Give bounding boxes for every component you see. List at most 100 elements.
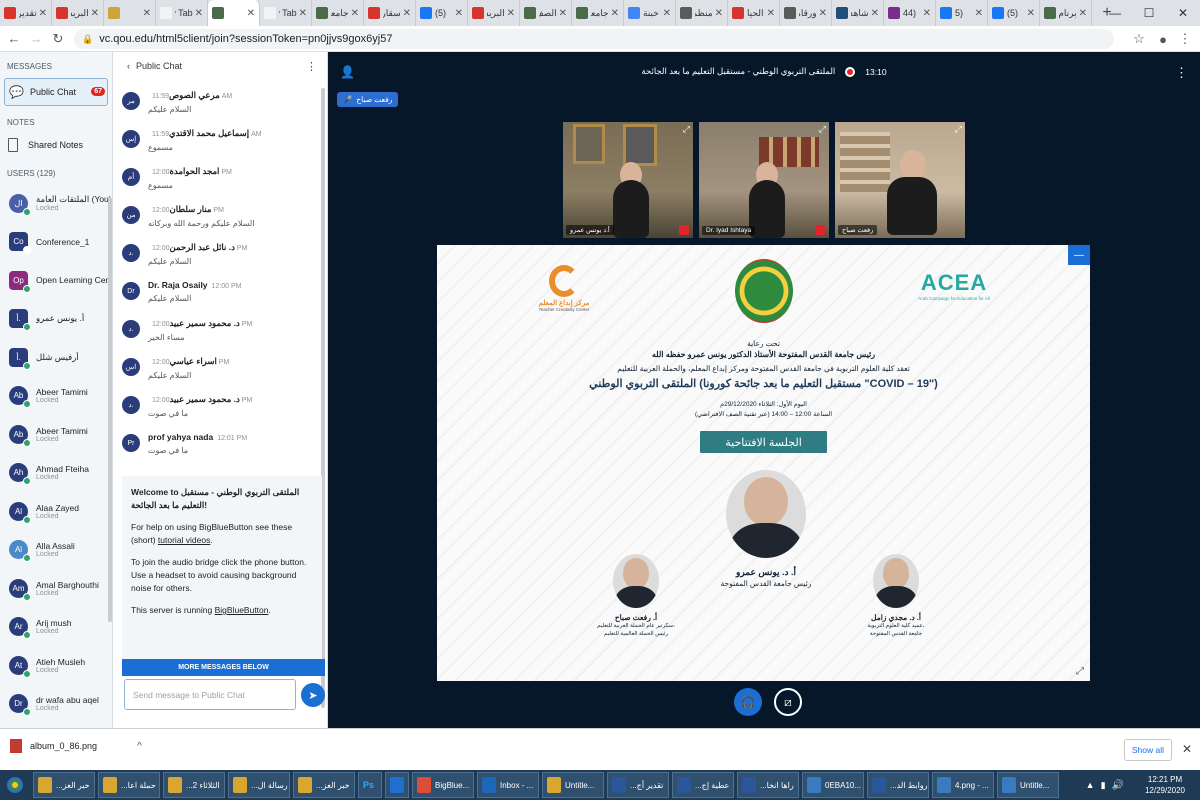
- browser-tab[interactable]: (44 ✕: [884, 0, 936, 26]
- window-maximize[interactable]: ☐: [1132, 0, 1166, 26]
- browser-tab[interactable]: سقار ✕: [364, 0, 416, 26]
- reload-button[interactable]: ↻: [47, 28, 69, 50]
- tab-close-icon[interactable]: ✕: [767, 8, 775, 19]
- tutorial-videos-link[interactable]: tutorial videos: [158, 535, 210, 545]
- browser-tab[interactable]: ✕: [208, 0, 260, 26]
- tab-close-icon[interactable]: ✕: [91, 8, 99, 19]
- taskbar-item[interactable]: [385, 772, 409, 798]
- user-list-item[interactable]: Ab Abeer Tamimi Locked: [0, 415, 112, 454]
- window-minimize[interactable]: —: [1098, 0, 1132, 26]
- tab-close-icon[interactable]: ✕: [143, 8, 151, 19]
- browser-tab[interactable]: (5 ✕: [936, 0, 988, 26]
- recording-indicator-icon[interactable]: [845, 66, 856, 77]
- user-list-item[interactable]: أ. أرفيس شلل: [0, 338, 112, 377]
- tab-close-icon[interactable]: ✕: [611, 8, 619, 19]
- back-button[interactable]: ←: [3, 28, 25, 50]
- browser-tab[interactable]: جامعة✕: [312, 0, 364, 26]
- share-screen-button[interactable]: ⧄: [774, 688, 802, 716]
- download-item[interactable]: album_0_86.png ^: [10, 739, 142, 753]
- webcam-tile[interactable]: رفعت صباح ⤢: [835, 122, 965, 238]
- taskbar-item[interactable]: ...راها انخا: [737, 772, 799, 798]
- user-list-item[interactable]: Ah Ahmad Fteiha Locked: [0, 454, 112, 493]
- bigbluebutton-link[interactable]: BigBlueButton: [215, 605, 269, 615]
- taskbar-item[interactable]: ...رسالة ال: [228, 772, 290, 798]
- taskbar-item[interactable]: ...روابط الد: [867, 772, 929, 798]
- options-menu-icon[interactable]: ⋮: [1175, 65, 1188, 81]
- tab-close-icon[interactable]: ✕: [403, 8, 411, 19]
- fullscreen-presentation-icon[interactable]: ⤢: [1076, 666, 1084, 677]
- browser-tab[interactable]: New Tab✕: [156, 0, 208, 26]
- browser-tab[interactable]: (5) ✕: [416, 0, 468, 26]
- tab-close-icon[interactable]: ✕: [455, 8, 463, 19]
- forward-button[interactable]: →: [25, 28, 47, 50]
- taskbar-item[interactable]: ...حملة اعا: [98, 772, 160, 798]
- browser-tab[interactable]: New Tab✕: [260, 0, 312, 26]
- fullscreen-icon[interactable]: ⤢: [819, 124, 826, 135]
- tab-close-icon[interactable]: ✕: [247, 8, 255, 19]
- browser-tab[interactable]: تقدير ✕: [0, 0, 52, 26]
- volume-icon[interactable]: 🔊: [1112, 780, 1124, 791]
- user-list-item[interactable]: At Atieh Musleh Locked: [0, 646, 112, 685]
- public-chat-item[interactable]: 💬 Public Chat 67: [4, 78, 108, 106]
- chevron-up-icon[interactable]: ^: [137, 741, 142, 752]
- taskbar-item[interactable]: Untitle...: [997, 772, 1059, 798]
- tab-close-icon[interactable]: ✕: [1027, 8, 1035, 19]
- talking-indicator[interactable]: 🎤 رفعت صباح: [337, 92, 399, 107]
- browser-tab[interactable]: جامعة✕: [572, 0, 624, 26]
- chat-message-input[interactable]: Send message to Public Chat: [124, 679, 296, 710]
- tab-close-icon[interactable]: ✕: [1079, 8, 1087, 19]
- tab-close-icon[interactable]: ✕: [923, 8, 931, 19]
- user-list-toggle-icon[interactable]: 👤: [340, 65, 355, 79]
- taskbar-item[interactable]: Inbox - ...: [477, 772, 539, 798]
- tab-close-icon[interactable]: ✕: [39, 8, 47, 19]
- more-messages-below-button[interactable]: MORE MESSAGES BELOW: [122, 659, 325, 676]
- user-list-item[interactable]: Dr dr wafa abu aqel Locked: [0, 685, 112, 724]
- tab-close-icon[interactable]: ✕: [559, 8, 567, 19]
- show-all-downloads-button[interactable]: Show all: [1123, 739, 1172, 761]
- browser-tab[interactable]: (5) ✕: [988, 0, 1040, 26]
- chat-options-icon[interactable]: ⋮: [306, 60, 317, 73]
- browser-menu-icon[interactable]: ⋮: [1174, 28, 1196, 50]
- bookmark-star-icon[interactable]: ☆: [1128, 28, 1150, 50]
- fullscreen-icon[interactable]: ⤢: [955, 124, 962, 135]
- minimize-presentation-button[interactable]: —: [1068, 245, 1090, 265]
- tab-close-icon[interactable]: ✕: [299, 8, 307, 19]
- shared-notes-item[interactable]: Shared Notes: [4, 133, 108, 157]
- browser-tab[interactable]: الصف✕: [520, 0, 572, 26]
- user-list-item[interactable]: Ar Arij mush Locked: [0, 608, 112, 647]
- user-list-item[interactable]: أ. أ. يونس عمرو: [0, 300, 112, 339]
- browser-tab[interactable]: الحيا ✕: [728, 0, 780, 26]
- user-list-item[interactable]: Co Conference_1: [0, 223, 112, 262]
- send-message-button[interactable]: ➤: [301, 683, 325, 707]
- user-list-item[interactable]: Am Amal Barghouthi Locked: [0, 569, 112, 608]
- taskbar-item[interactable]: ...تقدير أج: [607, 772, 669, 798]
- audio-headphones-button[interactable]: 🎧: [734, 688, 762, 716]
- user-list-item[interactable]: Al Alla Assali Locked: [0, 531, 112, 570]
- sidebar-scrollbar[interactable]: [108, 197, 112, 622]
- browser-tab[interactable]: شاهد✕: [832, 0, 884, 26]
- browser-tab[interactable]: البريد✕: [468, 0, 520, 26]
- taskbar-item[interactable]: ...عطية إج: [672, 772, 734, 798]
- tray-arrow-icon[interactable]: ▲: [1086, 780, 1095, 790]
- profile-icon[interactable]: ●: [1152, 28, 1174, 50]
- start-button[interactable]: [0, 770, 30, 800]
- taskbar-item[interactable]: ...خبر الغز: [33, 772, 95, 798]
- taskbar-item[interactable]: Untitle...: [542, 772, 604, 798]
- user-list-item[interactable]: Ab Abeer Tamimi Locked: [0, 377, 112, 416]
- browser-tab[interactable]: خبنة ✕: [624, 0, 676, 26]
- taskbar-item[interactable]: ...خبر الغز: [293, 772, 355, 798]
- browser-tab[interactable]: ✕: [104, 0, 156, 26]
- browser-tab[interactable]: ورقاة✕: [780, 0, 832, 26]
- tab-close-icon[interactable]: ✕: [195, 8, 203, 19]
- taskbar-item[interactable]: 0EBA10...: [802, 772, 864, 798]
- tab-close-icon[interactable]: ✕: [715, 8, 723, 19]
- url-input[interactable]: 🔒 vc.qou.edu/html5client/join?sessionTok…: [74, 29, 1114, 49]
- user-list-item[interactable]: Al Alaa Zayed Locked: [0, 492, 112, 531]
- close-download-bar-icon[interactable]: ✕: [1182, 742, 1192, 756]
- tab-close-icon[interactable]: ✕: [871, 8, 879, 19]
- taskbar-item[interactable]: 4.png - ...: [932, 772, 994, 798]
- tab-close-icon[interactable]: ✕: [663, 8, 671, 19]
- tab-close-icon[interactable]: ✕: [819, 8, 827, 19]
- taskbar-item[interactable]: ...الثلاثاء 2: [163, 772, 225, 798]
- network-icon[interactable]: ▮: [1101, 780, 1106, 791]
